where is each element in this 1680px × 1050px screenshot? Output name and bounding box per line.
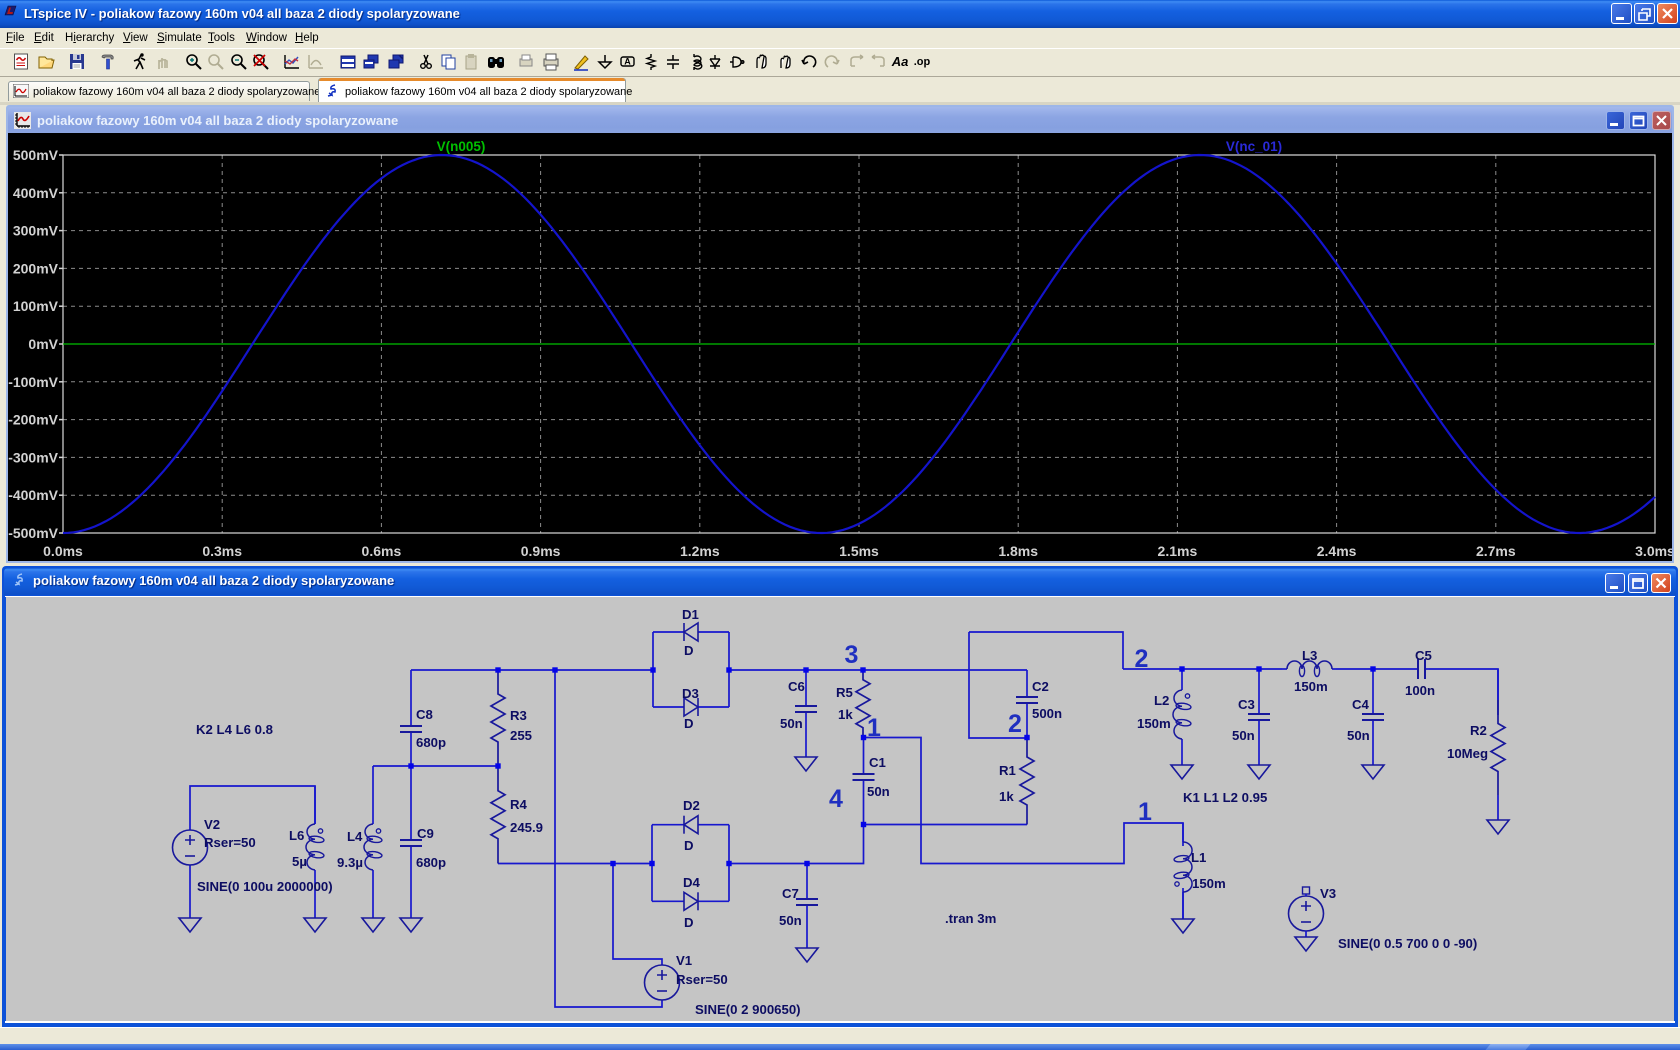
svg-text:R4: R4 — [510, 797, 528, 812]
svg-text:1: 1 — [1138, 798, 1152, 826]
svg-text:C6: C6 — [788, 679, 805, 694]
svg-text:245.9: 245.9 — [510, 820, 543, 835]
svg-text:V(nc_01): V(nc_01) — [1226, 139, 1282, 154]
svg-text:C8: C8 — [416, 707, 433, 722]
svg-text:50n: 50n — [867, 784, 890, 799]
svg-text:D3: D3 — [682, 686, 699, 701]
svg-text:10Meg: 10Meg — [1447, 746, 1488, 761]
svg-text:SINE(0 0.5 700 0 0 -90): SINE(0 0.5 700 0 0 -90) — [1338, 936, 1477, 951]
svg-text:1: 1 — [867, 714, 881, 742]
svg-text:D4: D4 — [683, 875, 701, 890]
svg-text:C3: C3 — [1238, 697, 1255, 712]
svg-text:0.6ms: 0.6ms — [362, 543, 402, 559]
svg-text:5µ: 5µ — [292, 854, 307, 869]
svg-text:C1: C1 — [869, 755, 886, 770]
svg-text:-500mV: -500mV — [8, 525, 58, 541]
svg-text:R3: R3 — [510, 708, 527, 723]
svg-text:D: D — [684, 716, 694, 731]
svg-text:V(n005): V(n005) — [437, 139, 486, 154]
svg-text:1.2ms: 1.2ms — [680, 543, 720, 559]
svg-text:Rser=50: Rser=50 — [676, 972, 728, 987]
svg-text:Rser=50: Rser=50 — [204, 835, 256, 850]
svg-text:0mV: 0mV — [28, 336, 58, 352]
svg-text:50n: 50n — [779, 913, 802, 928]
svg-text:.op: .op — [914, 56, 931, 68]
svg-text:-200mV: -200mV — [8, 412, 58, 428]
svg-text:L4: L4 — [347, 829, 363, 844]
svg-text:L6: L6 — [289, 828, 304, 843]
svg-text:9.3µ: 9.3µ — [337, 855, 363, 870]
svg-text:150m: 150m — [1294, 679, 1328, 694]
svg-text:SINE(0 100u 2000000): SINE(0 100u 2000000) — [197, 879, 333, 894]
svg-text:1k: 1k — [999, 789, 1014, 804]
svg-text:C4: C4 — [1352, 697, 1370, 712]
svg-text:.tran 3m: .tran 3m — [945, 911, 996, 926]
svg-text:-400mV: -400mV — [8, 487, 58, 503]
svg-text:V3: V3 — [1320, 886, 1336, 901]
svg-text:Aa: Aa — [891, 54, 909, 69]
svg-text:200mV: 200mV — [13, 260, 59, 276]
svg-text:255: 255 — [510, 728, 532, 743]
svg-text:2: 2 — [1135, 645, 1149, 673]
svg-text:K2 L4 L6 0.8: K2 L4 L6 0.8 — [196, 722, 273, 737]
svg-text:C5: C5 — [1415, 648, 1432, 663]
svg-text:L3: L3 — [1302, 648, 1317, 663]
svg-text:D2: D2 — [683, 798, 700, 813]
svg-text:3: 3 — [845, 641, 859, 669]
svg-text:2.4ms: 2.4ms — [1317, 543, 1357, 559]
svg-text:3.0ms: 3.0ms — [1635, 543, 1672, 559]
svg-text:300mV: 300mV — [13, 223, 59, 239]
svg-text:2.1ms: 2.1ms — [1158, 543, 1198, 559]
svg-text:D: D — [684, 915, 694, 930]
svg-text:D: D — [684, 643, 694, 658]
svg-text:-100mV: -100mV — [8, 374, 58, 390]
svg-text:2.7ms: 2.7ms — [1476, 543, 1516, 559]
svg-text:D: D — [684, 838, 694, 853]
svg-text:50n: 50n — [1232, 728, 1255, 743]
svg-text:0.9ms: 0.9ms — [521, 543, 561, 559]
svg-text:C9: C9 — [417, 826, 434, 841]
svg-text:R5: R5 — [836, 685, 853, 700]
svg-text:R2: R2 — [1470, 723, 1487, 738]
svg-text:-300mV: -300mV — [8, 449, 58, 465]
svg-text:150m: 150m — [1192, 876, 1226, 891]
svg-text:SINE(0 2 900650): SINE(0 2 900650) — [695, 1002, 801, 1017]
svg-text:100mV: 100mV — [13, 298, 59, 314]
svg-text:V1: V1 — [676, 953, 692, 968]
svg-text:680p: 680p — [416, 735, 446, 750]
svg-text:R1: R1 — [999, 763, 1016, 778]
svg-text:400mV: 400mV — [13, 185, 59, 201]
svg-text:680p: 680p — [416, 855, 446, 870]
svg-text:0.3ms: 0.3ms — [202, 543, 242, 559]
svg-text:0.0ms: 0.0ms — [43, 543, 83, 559]
svg-text:1.5ms: 1.5ms — [839, 543, 879, 559]
svg-text:A: A — [624, 57, 631, 67]
svg-text:2: 2 — [1008, 710, 1022, 738]
svg-text:50n: 50n — [780, 716, 803, 731]
svg-text:D1: D1 — [682, 607, 699, 622]
svg-text:C7: C7 — [782, 886, 799, 901]
svg-text:50n: 50n — [1347, 728, 1370, 743]
svg-text:4: 4 — [829, 785, 843, 813]
svg-text:150m: 150m — [1137, 716, 1171, 731]
svg-text:1k: 1k — [838, 707, 853, 722]
svg-text:V2: V2 — [204, 817, 220, 832]
svg-text:K1 L1 L2 0.95: K1 L1 L2 0.95 — [1183, 790, 1267, 805]
svg-text:1.8ms: 1.8ms — [998, 543, 1038, 559]
svg-text:L1: L1 — [1191, 850, 1206, 865]
svg-text:L2: L2 — [1154, 693, 1169, 708]
svg-text:500mV: 500mV — [13, 147, 59, 163]
svg-text:C2: C2 — [1032, 679, 1049, 694]
svg-text:100n: 100n — [1405, 683, 1435, 698]
svg-text:500n: 500n — [1032, 706, 1062, 721]
